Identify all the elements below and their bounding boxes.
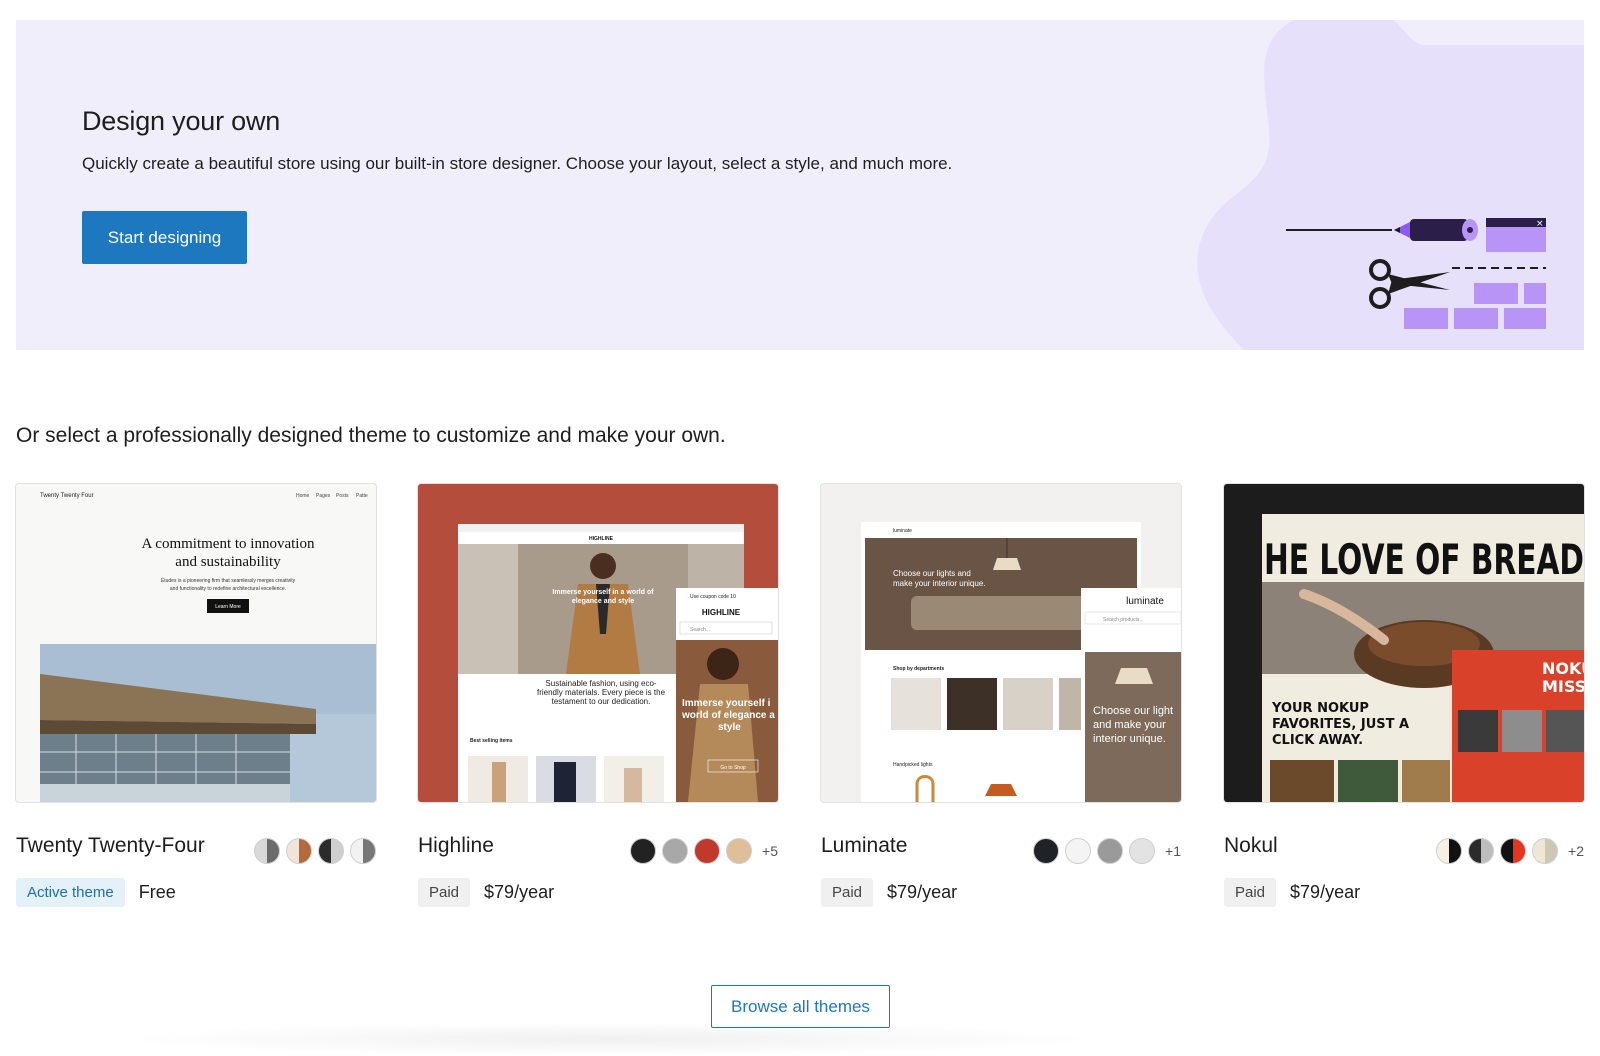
style-variation-swatch[interactable] bbox=[1532, 838, 1559, 864]
preview-hero-line-2: make your interior unique. bbox=[893, 579, 986, 588]
preview-headline-line-2: and sustainability bbox=[175, 554, 281, 570]
preview-handpicked: Handpicked lights bbox=[893, 762, 933, 768]
theme-meta: Paid $79/year bbox=[1224, 878, 1360, 907]
preview-nav-home: Home bbox=[296, 493, 310, 499]
preview-mobile-line-2: and make your bbox=[1093, 719, 1166, 731]
preview-headline-line-1: A commitment to innovation bbox=[142, 536, 315, 552]
style-variation-swatch[interactable] bbox=[662, 838, 689, 864]
preview-shop-by: Shop by departments bbox=[893, 666, 944, 672]
theme-name: Highline bbox=[418, 834, 494, 857]
style-variation-swatch[interactable] bbox=[1097, 838, 1124, 864]
start-designing-button[interactable]: Start designing bbox=[82, 211, 247, 264]
preview-side-line-2: MISSI bbox=[1542, 677, 1584, 696]
more-variations-count[interactable]: +2 bbox=[1568, 843, 1584, 859]
preview-mobile-line-3: interior unique. bbox=[1093, 733, 1166, 745]
style-variation-swatch[interactable] bbox=[726, 838, 753, 864]
theme-card-luminate[interactable]: luminate Choose our lights and make your… bbox=[821, 484, 1181, 907]
style-variation-swatch[interactable] bbox=[1065, 838, 1092, 864]
preview-best-selling: Best selling items bbox=[470, 738, 513, 744]
preview-mobile-line-1: Immerse yourself i bbox=[682, 698, 771, 709]
preview-sustain-line-3: testament to our dedication. bbox=[552, 697, 651, 706]
theme-preview-twenty-twenty-four[interactable]: Twenty Twenty Four Home Pages Posts Patt… bbox=[16, 484, 376, 802]
preview-sustain-line-2: friendly materials. Every piece is the bbox=[537, 688, 666, 697]
style-variation-swatch[interactable] bbox=[1500, 838, 1527, 864]
style-variations: +1 bbox=[1033, 838, 1181, 864]
active-theme-badge: Active theme bbox=[16, 878, 125, 907]
preview-mobile-line-3: style bbox=[718, 722, 741, 733]
preview-nav-pages: Pages bbox=[316, 493, 331, 499]
preview-hero-line-1: Immerse yourself in a world of bbox=[552, 589, 654, 596]
theme-preview-nokul[interactable]: HE LOVE OF BREAD YOUR NOKUP FAVORITES, J… bbox=[1224, 484, 1584, 802]
style-variation-swatch[interactable] bbox=[1468, 838, 1495, 864]
theme-meta: Active theme Free bbox=[16, 878, 176, 907]
style-variation-swatch[interactable] bbox=[1129, 838, 1156, 864]
style-variation-swatch[interactable] bbox=[1033, 838, 1060, 864]
preview-brand: HIGHLINE bbox=[589, 536, 614, 542]
style-variation-swatch[interactable] bbox=[318, 838, 344, 864]
preview-mobile-brand: luminate bbox=[1126, 596, 1164, 607]
preview-learn-more-button: Learn More bbox=[215, 604, 241, 610]
theme-card-highline[interactable]: HIGHLINE Immerse yourself in a world of … bbox=[418, 484, 778, 907]
preview-search: Search products... bbox=[1103, 617, 1144, 623]
theme-name: Nokul bbox=[1224, 834, 1278, 857]
paid-badge: Paid bbox=[418, 878, 471, 907]
preview-nav-patterns: Patte bbox=[356, 493, 368, 499]
theme-meta: Paid $79/year bbox=[418, 878, 554, 907]
theme-price: Free bbox=[138, 882, 176, 902]
scissors-and-blocks-illustration: × bbox=[1286, 218, 1546, 329]
theme-preview-luminate[interactable]: luminate Choose our lights and make your… bbox=[821, 484, 1181, 802]
preview-brand: luminate bbox=[893, 528, 912, 534]
preview-sustain-line-1: Sustainable fashion, using eco- bbox=[545, 679, 657, 688]
preview-hero-line-1: Choose our lights and bbox=[893, 569, 971, 578]
style-variations: +5 bbox=[630, 838, 778, 864]
paid-badge: Paid bbox=[1224, 878, 1277, 907]
style-variations bbox=[254, 838, 376, 864]
preview-hero-line-2: elegance and style bbox=[572, 598, 634, 605]
theme-card-twenty-twenty-four[interactable]: Twenty Twenty Four Home Pages Posts Patt… bbox=[16, 484, 376, 907]
preview-mobile-line-2: world of elegance a bbox=[681, 710, 775, 721]
style-variation-swatch[interactable] bbox=[1436, 838, 1463, 864]
more-variations-count[interactable]: +5 bbox=[762, 843, 778, 859]
theme-preview-highline[interactable]: HIGHLINE Immerse yourself in a world of … bbox=[418, 484, 778, 802]
theme-name: Luminate bbox=[821, 834, 908, 857]
theme-price: $79/year bbox=[484, 882, 555, 902]
page-bottom-shadow bbox=[120, 1022, 1100, 1056]
preview-favorites-line-2: FAVORITES, JUST A bbox=[1272, 717, 1409, 732]
hero-title: Design your own bbox=[82, 106, 281, 136]
theme-selection-heading: Or select a professionally designed them… bbox=[16, 424, 726, 447]
style-variation-swatch[interactable] bbox=[350, 838, 376, 864]
preview-promo: Use coupon code 10 bbox=[690, 594, 736, 600]
paid-badge: Paid bbox=[821, 878, 874, 907]
theme-meta: Paid $79/year bbox=[821, 878, 957, 907]
style-variation-swatch[interactable] bbox=[694, 838, 721, 864]
preview-headline: HE LOVE OF BREAD bbox=[1264, 535, 1584, 584]
theme-card-nokul[interactable]: HE LOVE OF BREAD YOUR NOKUP FAVORITES, J… bbox=[1224, 484, 1584, 907]
style-variation-swatch[interactable] bbox=[286, 838, 312, 864]
design-your-own-banner: Design your own Quickly create a beautif… bbox=[16, 20, 1584, 350]
preview-search: Search... bbox=[690, 627, 710, 633]
preview-favorites-line-1: YOUR NOKUP bbox=[1271, 701, 1369, 716]
preview-body-line-2: and functionality to redefine architectu… bbox=[170, 586, 286, 592]
preview-body-line-1: Études is a pioneering firm that seamles… bbox=[161, 577, 296, 584]
preview-site-name: Twenty Twenty Four bbox=[40, 493, 94, 499]
theme-price: $79/year bbox=[887, 882, 958, 902]
preview-mobile-brand: HIGHLINE bbox=[702, 608, 741, 617]
preview-nav-posts: Posts bbox=[336, 493, 349, 499]
style-variations: +2 bbox=[1436, 838, 1584, 864]
style-variation-swatch[interactable] bbox=[630, 838, 657, 864]
preview-shop-button: Go to Shop bbox=[720, 765, 746, 771]
preview-favorites-line-3: CLICK AWAY. bbox=[1272, 733, 1363, 748]
svg-text:×: × bbox=[1536, 219, 1544, 229]
style-variation-swatch[interactable] bbox=[254, 838, 280, 864]
preview-mobile-line-1: Choose our light bbox=[1093, 705, 1173, 717]
theme-name: Twenty Twenty-Four bbox=[16, 834, 205, 857]
more-variations-count[interactable]: +1 bbox=[1165, 843, 1181, 859]
theme-price: $79/year bbox=[1290, 882, 1361, 902]
preview-side-line-1: NOKU bbox=[1542, 659, 1584, 678]
hero-description: Quickly create a beautiful store using o… bbox=[82, 154, 953, 173]
